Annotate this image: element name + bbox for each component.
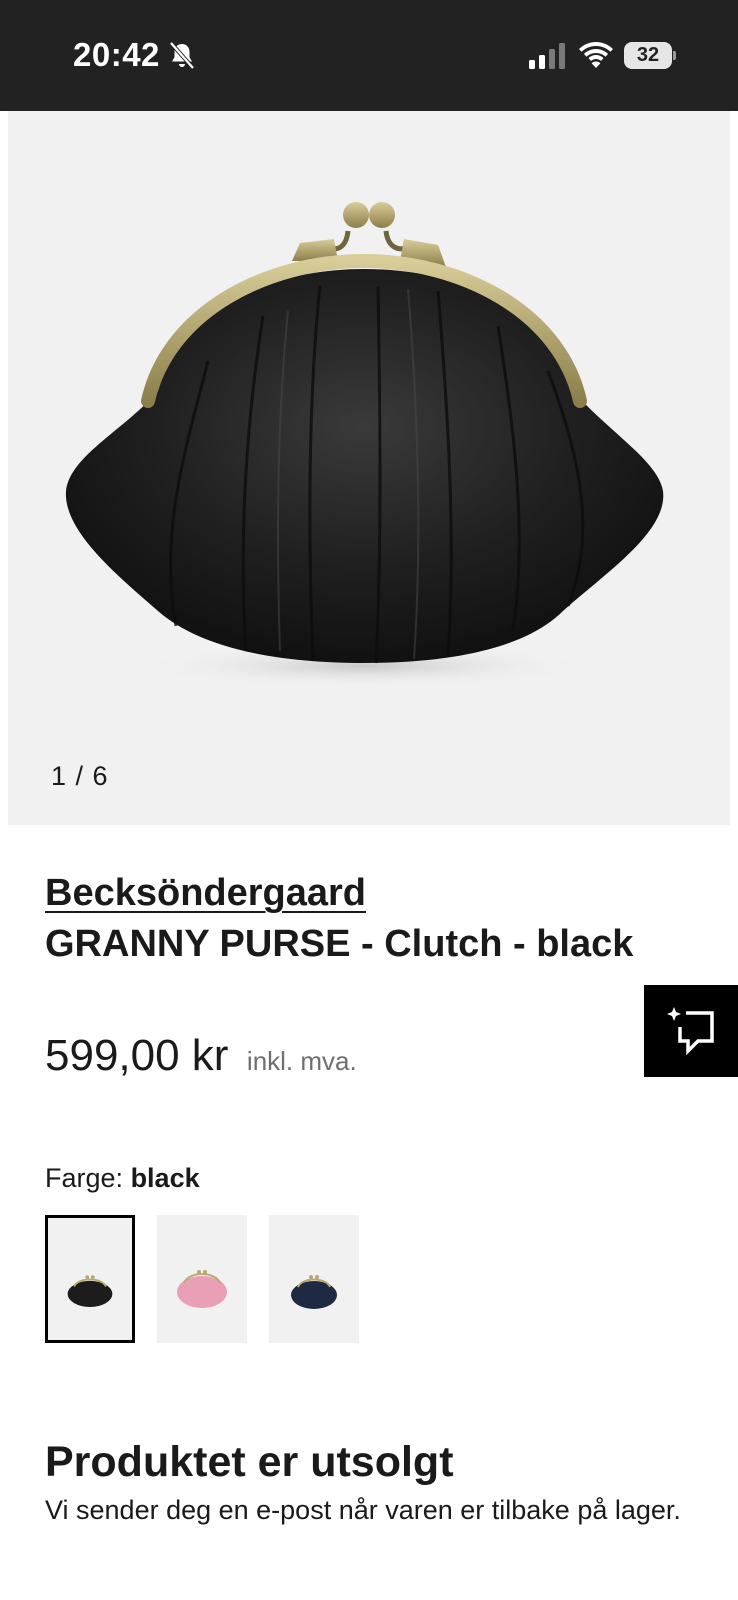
vat-note: inkl. mva. [246,1046,357,1076]
price-row: 599,00 kr inkl. mva. [45,1031,357,1081]
swatch-image [67,1275,113,1307]
color-swatch-black[interactable] [45,1215,135,1343]
sold-out-title: Produktet er utsolgt [45,1438,454,1486]
compare-sparkle-icon [667,1007,714,1056]
compare-button[interactable] [644,985,738,1077]
product-image[interactable] [8,111,730,825]
sold-out-message: Vi sender deg en e-post når varen er til… [45,1495,681,1525]
wifi-icon [579,42,613,68]
status-time: 20:42 [73,36,160,73]
bell-muted-icon [169,41,195,70]
selected-color: black [130,1163,200,1193]
price: 599,00 kr [45,1031,229,1080]
gallery-counter: 1 / 6 [51,761,109,791]
swatch-image [291,1275,337,1309]
color-swatch-navy[interactable] [269,1215,359,1343]
battery-icon: 32 [624,42,676,69]
swatch-image [177,1270,227,1308]
battery-level: 32 [624,42,672,69]
brand-link[interactable]: Becksöndergaard [45,872,366,915]
status-bar: 20:42 32 [0,0,738,111]
color-label: Farge: black [45,1163,200,1194]
color-label-text: Farge: [45,1163,124,1193]
product-image-gallery[interactable]: 1 / 6 [8,111,730,825]
color-swatch-pink[interactable] [157,1215,247,1343]
cellular-signal-icon [529,43,565,69]
product-title: GRANNY PURSE - Clutch - black [45,923,634,965]
